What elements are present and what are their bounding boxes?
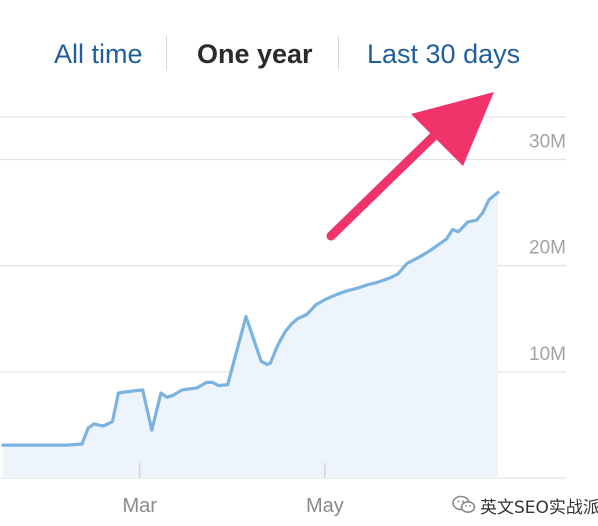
watermark: 英文SEO实战派 xyxy=(452,490,598,520)
x-tick-label: Mar xyxy=(122,495,157,517)
chart-area-fill xyxy=(3,192,498,478)
annotation-arrow xyxy=(326,92,494,241)
y-tick-label: 20M xyxy=(529,238,566,259)
y-axis-ticks: 10M 20M 30M xyxy=(529,131,566,364)
y-tick-label: 30M xyxy=(529,131,566,152)
area-fill xyxy=(3,192,498,478)
x-tick-label: May xyxy=(306,495,344,517)
arrow-shaft xyxy=(326,127,443,241)
arrow-head xyxy=(411,92,494,166)
y-tick-label: 10M xyxy=(529,344,566,365)
watermark-text: 英文SEO实战派 xyxy=(480,497,598,518)
traffic-chart: 10M 20M 30M Mar May xyxy=(0,92,566,517)
wechat-icon xyxy=(452,495,476,515)
